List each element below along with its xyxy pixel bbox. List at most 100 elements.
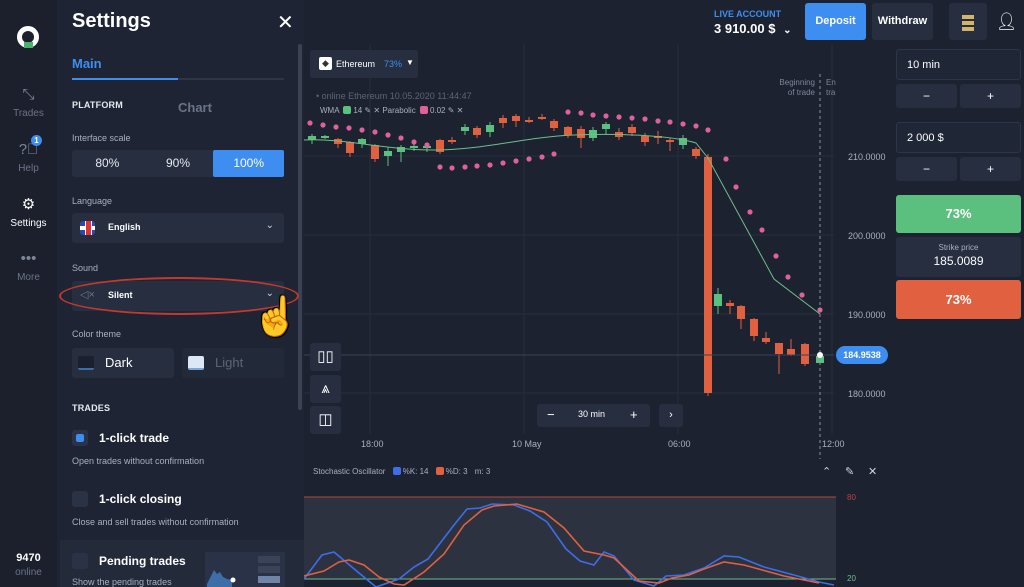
edit-icon[interactable]: ✎ <box>845 465 854 478</box>
nav-item-trades[interactable]: ⤡ Trades <box>0 86 57 119</box>
sar-dot <box>693 123 699 129</box>
sar-dot <box>372 129 378 135</box>
x-tick: 10 May <box>512 439 542 449</box>
chevron-right-icon: › <box>669 409 673 421</box>
preview-chart-icon <box>207 570 236 587</box>
deposit-button[interactable]: Deposit <box>805 3 866 40</box>
nav-item-help[interactable]: ?⃝ 1 Help <box>0 135 57 174</box>
candle-body <box>666 140 674 142</box>
duration-minus-button[interactable]: − <box>896 84 957 108</box>
sar-dot <box>398 135 404 141</box>
language-dropdown[interactable]: English ⌄ <box>72 213 284 243</box>
x-tick: 12:00 <box>822 439 845 449</box>
tab-underline <box>72 78 178 80</box>
candle-body <box>410 146 418 148</box>
language-label: Language <box>72 196 113 206</box>
amount-minus-button[interactable]: − <box>896 157 957 181</box>
close-icon[interactable]: ✕ <box>277 10 294 35</box>
sar-dot <box>565 109 571 115</box>
layout-button[interactable]: ◫ <box>310 406 341 434</box>
amount-input[interactable]: 2 000 $ <box>896 122 1021 153</box>
candle-body <box>641 136 649 142</box>
sar-dot <box>578 110 584 116</box>
drawing-tools-button[interactable]: ⩓ <box>310 375 341 403</box>
upper-level-label: 80 <box>847 493 856 502</box>
user-profile-icon[interactable]: 👤︎ <box>989 3 1024 40</box>
duration-input[interactable]: 10 min <box>896 49 1021 80</box>
color-theme-label: Color theme <box>72 329 122 339</box>
scale-option-100[interactable]: 100% <box>213 150 285 177</box>
sar-dot <box>642 116 648 122</box>
online-count: 9470 online <box>15 552 42 578</box>
buy-up-button[interactable]: 73% <box>896 195 1021 233</box>
close-icon[interactable]: ✕ <box>454 106 464 115</box>
candle-body <box>448 140 456 142</box>
withdraw-button[interactable]: Withdraw <box>872 3 933 40</box>
duration-plus-button[interactable]: + <box>960 84 1021 108</box>
sar-dot <box>307 120 313 126</box>
tab-main[interactable]: Main <box>72 56 102 71</box>
logo-icon[interactable] <box>17 26 39 48</box>
one-click-closing-checkbox[interactable] <box>72 491 88 507</box>
current-price-tag: 184.9538 <box>836 346 888 364</box>
price-chart[interactable]: ◆ Ethereum 73% ▼ • online Ethereum 10.05… <box>304 44 892 459</box>
sar-dot <box>333 124 339 130</box>
scale-option-90[interactable]: 90% <box>143 150 214 177</box>
pending-trades-preview <box>205 552 285 587</box>
one-click-trade-title: 1-click trade <box>99 431 170 445</box>
candle-body <box>499 118 507 123</box>
chevron-down-icon: ⌄ <box>783 25 792 36</box>
zoom-out-button[interactable]: − <box>547 407 555 422</box>
candle-body <box>704 157 712 393</box>
theme-light-option[interactable]: Light <box>182 348 284 378</box>
account-balance[interactable]: 3 910.00 $ ⌄ <box>714 21 791 36</box>
candle-body <box>346 142 354 153</box>
pending-trades-checkbox[interactable] <box>72 553 88 569</box>
x-tick: 18:00 <box>361 439 384 449</box>
trades-arrows-icon: ⤡ <box>22 86 35 103</box>
candle-body <box>525 120 533 122</box>
sar-dot <box>359 127 365 133</box>
chart-type-button[interactable]: ▯▯ <box>310 343 341 371</box>
sar-dot <box>655 118 661 124</box>
zoom-in-button[interactable]: + <box>630 407 638 422</box>
beginning-of-trade-label: Beginning of trade <box>779 78 815 97</box>
ethereum-icon: ◆ <box>319 57 332 70</box>
nav-item-settings[interactable]: ⚙ Settings <box>0 196 57 229</box>
help-bubble-icon: ?⃝ <box>18 141 39 158</box>
sar-dot <box>759 227 765 233</box>
candle-body <box>787 349 795 355</box>
settings-title: Settings <box>72 10 151 32</box>
sar-dot <box>799 292 805 298</box>
close-icon[interactable]: ✕ <box>371 106 382 115</box>
theme-dark-option[interactable]: Dark <box>72 348 174 378</box>
sar-dot <box>462 164 468 170</box>
candle-body <box>692 149 700 156</box>
sound-label: Sound <box>72 263 99 273</box>
sar-dot <box>474 163 480 169</box>
light-theme-icon <box>188 356 204 370</box>
sar-dot <box>449 165 455 171</box>
close-icon[interactable]: ✕ <box>868 465 877 478</box>
panel-scrollbar[interactable] <box>298 44 302 410</box>
one-click-trade-checkbox[interactable] <box>72 430 88 446</box>
candle-body <box>775 343 783 354</box>
y-tick: 200.0000 <box>848 231 886 241</box>
sar-dot <box>424 142 430 148</box>
rank-badge-button[interactable] <box>949 3 987 40</box>
collapse-icon[interactable]: ⌃ <box>822 465 831 478</box>
scroll-right-button[interactable]: › <box>659 404 683 427</box>
current-price-dot <box>817 352 823 358</box>
scale-option-80[interactable]: 80% <box>72 150 143 177</box>
nav-item-more[interactable]: ••• More <box>0 250 57 283</box>
timeframe-control: − 30 min + <box>537 404 650 427</box>
buy-down-button[interactable]: 73% <box>896 280 1021 319</box>
platform-heading: PLATFORM <box>72 100 123 110</box>
one-click-trade-desc: Open trades without confirmation <box>72 456 205 466</box>
amount-plus-button[interactable]: + <box>960 157 1021 181</box>
candle-body <box>726 303 734 306</box>
candle-body <box>550 121 558 128</box>
parabolic-color-swatch <box>419 106 428 114</box>
sar-dot <box>785 274 791 280</box>
asset-selector[interactable]: ◆ Ethereum 73% ▼ <box>310 50 418 78</box>
